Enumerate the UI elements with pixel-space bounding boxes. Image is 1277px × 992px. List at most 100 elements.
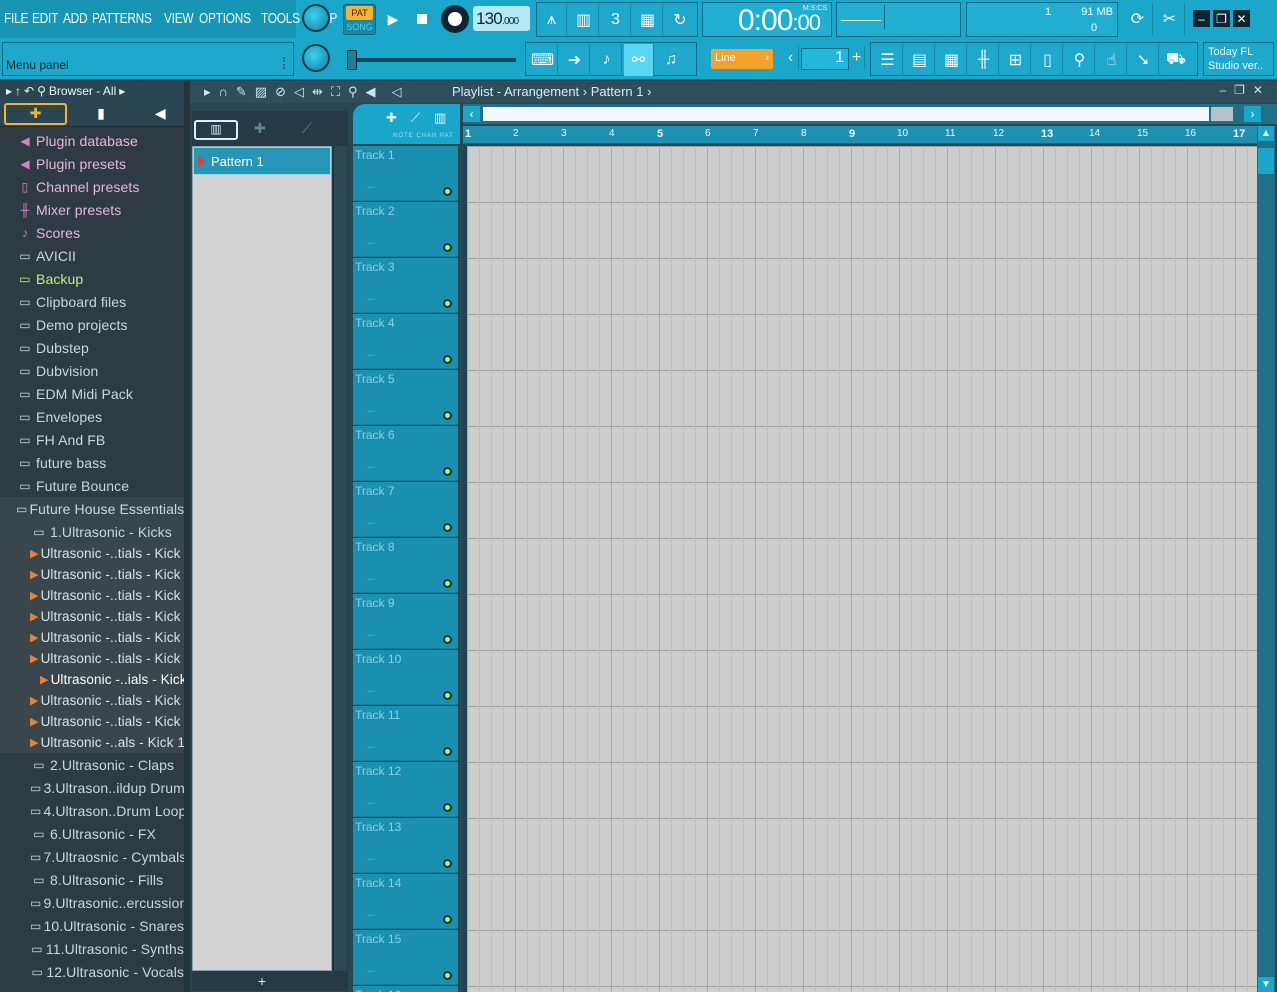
track-menu-icon[interactable]: ... xyxy=(367,572,375,582)
browser-item[interactable]: ▭ 11.Ultrasonic - Synths xyxy=(0,937,184,960)
automation-icon[interactable]: ⟋ xyxy=(302,120,312,137)
cart-icon[interactable]: ⛟ xyxy=(1161,44,1191,76)
select-icon[interactable]: ⛶ xyxy=(331,84,340,100)
browser-item[interactable]: ▯ Channel presets xyxy=(0,175,184,198)
menu-view[interactable]: VIEW xyxy=(164,11,194,27)
export-icon[interactable]: ➘ xyxy=(1129,44,1159,76)
track-header[interactable]: Track 9... xyxy=(353,594,458,649)
track-mute-led[interactable] xyxy=(443,579,452,588)
track-menu-icon[interactable]: ... xyxy=(367,180,375,190)
stop-button[interactable] xyxy=(408,4,436,34)
browser-item[interactable]: ▭ Demo projects xyxy=(0,313,184,336)
scroll-left-icon[interactable]: ‹ xyxy=(463,106,480,122)
browser-item[interactable]: ▭ Dubvision xyxy=(0,359,184,382)
track-header[interactable]: Track 11... xyxy=(353,706,458,761)
track-menu-icon[interactable]: ... xyxy=(367,516,375,526)
track-header[interactable]: Track 2... xyxy=(353,202,458,257)
arrow-right-icon[interactable]: ➜ xyxy=(560,44,590,76)
browser-item[interactable]: ◀ Plugin presets xyxy=(0,152,184,175)
browser-item[interactable]: ▭ Dubstep xyxy=(0,336,184,359)
browser-item[interactable]: ▶ Ultrasonic -..tials - Kick 8 xyxy=(0,690,184,711)
pencil-icon[interactable]: ✎ xyxy=(236,84,247,100)
browser-item[interactable]: ▶ Ultrasonic -..tials - Kick 5 xyxy=(0,627,184,648)
track-mute-led[interactable] xyxy=(443,859,452,868)
menu-edit[interactable]: EDIT xyxy=(32,11,58,27)
countdown-icon[interactable]: 3 xyxy=(601,4,631,36)
menu-add[interactable]: ADD xyxy=(63,11,88,27)
browser-item[interactable]: ▶ Ultrasonic -..als - Kick 10 xyxy=(0,732,184,753)
track-menu-icon[interactable]: ... xyxy=(367,796,375,806)
plugin-picker-icon[interactable]: ⚲ xyxy=(1065,44,1095,76)
browser-item[interactable]: ▭ AVICII xyxy=(0,244,184,267)
playlist-icon[interactable]: ☰ xyxy=(873,44,903,76)
add-pattern-button[interactable]: + xyxy=(192,973,332,991)
step-stepper[interactable]: 1 xyxy=(801,48,849,70)
track-menu-icon[interactable]: ... xyxy=(367,908,375,918)
browser-item[interactable]: ▭ 8.Ultrasonic - Fills xyxy=(0,868,184,891)
piano-roll-icon[interactable]: ▤ xyxy=(905,44,935,76)
track-mute-led[interactable] xyxy=(443,411,452,420)
track-header[interactable]: Track 7... xyxy=(353,482,458,537)
browser-item[interactable]: ▭ 1.Ultrasonic - Kicks xyxy=(0,520,184,543)
track-mute-led[interactable] xyxy=(443,467,452,476)
browser-item[interactable]: ▭ future bass xyxy=(0,451,184,474)
track-header[interactable]: Track 4... xyxy=(353,314,458,369)
horizontal-scrollbar[interactable]: ‹ › xyxy=(463,104,1277,124)
step-next-icon[interactable]: + xyxy=(849,46,865,70)
back-icon[interactable]: ↶ xyxy=(24,84,34,98)
minimize-icon[interactable]: – xyxy=(1193,10,1210,27)
browser-item[interactable]: ▭ Backup xyxy=(0,267,184,290)
browser-item[interactable]: ▭ 6.Ultrasonic - FX xyxy=(0,822,184,845)
browser-item[interactable]: ╫ Mixer presets xyxy=(0,198,184,221)
browser-item[interactable]: ▶ Ultrasonic -..tials - Kick 4 xyxy=(0,606,184,627)
tab-plugins[interactable]: ◀ xyxy=(131,103,190,125)
browser-item[interactable]: ▭ 10.Ultrasonic - Snares xyxy=(0,914,184,937)
track-menu-icon[interactable]: ... xyxy=(367,460,375,470)
delete-icon[interactable]: ⊘ xyxy=(275,84,286,100)
browser-item[interactable]: ▭ EDM Midi Pack xyxy=(0,382,184,405)
track-menu-icon[interactable]: ... xyxy=(367,404,375,414)
vertical-scrollbar[interactable]: ▲ ▼ xyxy=(1257,126,1275,992)
channel-rack-icon[interactable]: ▦ xyxy=(937,44,967,76)
track-mute-led[interactable] xyxy=(443,635,452,644)
track-menu-icon[interactable]: ... xyxy=(367,740,375,750)
record-button[interactable] xyxy=(441,5,469,33)
timeline-ruler[interactable]: 1 2 3 4 5 6 7 8 9 10 11 12 13 14 15 16 17 xyxy=(463,126,1257,144)
track-mute-led[interactable] xyxy=(443,915,452,924)
track-menu-icon[interactable]: ... xyxy=(367,684,375,694)
browser-item[interactable]: ▶ Ultrasonic -..tials - Kick 6 xyxy=(0,648,184,669)
track-mute-led[interactable] xyxy=(443,747,452,756)
playlist-grid[interactable] xyxy=(463,146,1257,992)
cut-tools-icon[interactable]: ✂ xyxy=(1155,3,1185,35)
header-icons[interactable]: ✚⟋▥ xyxy=(386,110,460,126)
browser-item[interactable]: ▶ Ultrasonic -..tials - Kick 2 xyxy=(0,564,184,585)
audio-clip-icon[interactable]: ✚ xyxy=(254,120,266,137)
browser-title[interactable]: Browser - All xyxy=(49,84,116,98)
pattern-item[interactable]: Pattern 1 xyxy=(193,147,331,175)
piano-icon[interactable]: ▥ xyxy=(194,120,238,140)
breadcrumb-pattern[interactable]: Pattern 1 xyxy=(591,84,644,99)
track-mute-led[interactable] xyxy=(443,355,452,364)
metronome-icon[interactable]: ⩚ xyxy=(537,4,567,36)
browser-item[interactable]: ▭ FH And FB xyxy=(0,428,184,451)
track-menu-icon[interactable]: ... xyxy=(367,348,375,358)
track-mute-led[interactable] xyxy=(443,803,452,812)
browser-icon[interactable]: ⊞ xyxy=(1001,44,1031,76)
link-icon[interactable]: ⚯ xyxy=(624,44,654,76)
track-menu-icon[interactable]: ... xyxy=(367,236,375,246)
browser-item[interactable]: ▭ Envelopes xyxy=(0,405,184,428)
play-button[interactable]: ▶ xyxy=(380,4,406,34)
keyboard-icon[interactable]: ⌨ xyxy=(528,44,558,76)
track-header[interactable]: Track 5... xyxy=(353,370,458,425)
browser-item[interactable]: ▭ Clipboard files xyxy=(0,290,184,313)
track-header[interactable]: Track 1... xyxy=(353,146,458,201)
browser-item[interactable]: ▶ Ultrasonic -..tials - Kick 1 xyxy=(0,543,184,564)
wait-input-icon[interactable]: ▥ xyxy=(569,4,599,36)
magnet-icon[interactable]: ∩ xyxy=(219,84,228,100)
track-header[interactable]: Track 6... xyxy=(353,426,458,481)
menu-patterns[interactable]: PATTERNS xyxy=(92,11,152,27)
track-mute-led[interactable] xyxy=(443,299,452,308)
grip-icon[interactable] xyxy=(283,57,289,69)
mixer-icon[interactable]: ╫ xyxy=(969,44,999,76)
tab-all[interactable]: ✚ xyxy=(4,102,68,125)
